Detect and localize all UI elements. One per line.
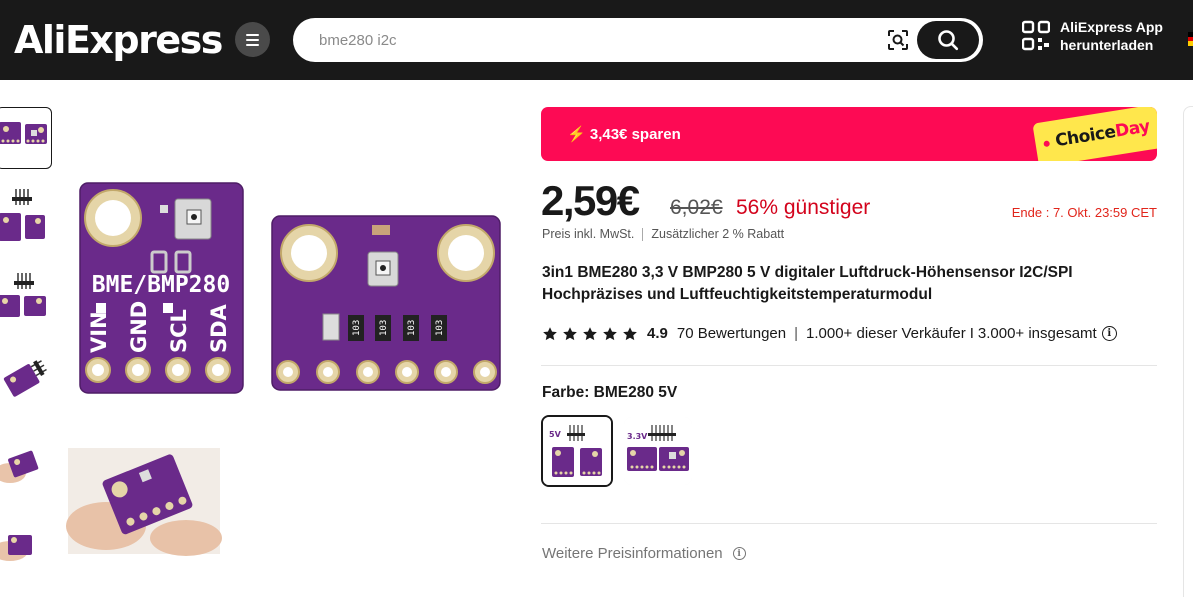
resistor-label-3: 103 (407, 320, 417, 336)
variant-label: Farbe: BME280 5V (542, 384, 678, 401)
star-rating[interactable] (542, 326, 638, 342)
search-icon (938, 30, 959, 51)
choice-day-badge: ChoiceDay (1032, 107, 1157, 161)
more-price-info[interactable]: Weitere Preisinformationen i (542, 545, 746, 562)
tax-note: Preis inkl. MwSt. (542, 227, 635, 241)
promo-save-text: ⚡ 3,43€ sparen (567, 125, 681, 143)
rating-row: 4.9 70 Bewertungen | 1.000+ dieser Verkä… (542, 325, 1117, 342)
original-price: 6,02€ (670, 196, 723, 219)
side-panel-edge (1183, 106, 1193, 597)
search-button[interactable] (917, 21, 979, 59)
rating-score: 4.9 (647, 325, 668, 342)
more-price-info-label: Weitere Preisinformationen (542, 545, 723, 562)
pin-label-scl: SCL (167, 309, 191, 353)
thumbnail-1[interactable] (0, 107, 52, 169)
star-icon (623, 326, 637, 340)
app-download-link[interactable]: AliExpress App herunterladen (1022, 18, 1163, 54)
app-line-2: herunterladen (1060, 37, 1154, 53)
main-product-image[interactable]: BME/BMP280 VIN GND SCL SDA 103 103 103 1… (66, 166, 506, 556)
discount-percent: 56% günstiger (736, 196, 871, 219)
variant-tag-3v3: 3.3V (627, 432, 648, 441)
sale-end-time: Ende : 7. Okt. 23:59 CET (1011, 205, 1157, 220)
menu-icon[interactable] (235, 22, 270, 57)
image-search-icon[interactable] (886, 28, 910, 52)
day-word: Day (1113, 116, 1152, 142)
promo-banner: ⚡ 3,43€ sparen ChoiceDay (541, 107, 1157, 161)
rating-divider: | (794, 325, 799, 342)
language-flag-icon[interactable] (1188, 32, 1193, 46)
thumbnail-4[interactable] (0, 343, 52, 405)
variant-tag-5v: 5V (549, 430, 562, 439)
price-notes: Preis inkl. MwSt. Zusätzlicher 2 % Rabat… (542, 227, 784, 241)
current-price: 2,59€ (541, 177, 640, 224)
thumbnail-5[interactable] (0, 433, 52, 495)
thumbnail-3[interactable] (0, 263, 52, 325)
board1-title: BME/BMP280 (92, 272, 230, 298)
bolt-icon: ⚡ (567, 126, 586, 143)
pin-label-sda: SDA (207, 303, 231, 353)
bmp280-board: 103 103 103 103 (271, 215, 501, 391)
star-icon (543, 326, 557, 340)
top-header: AliExpress AliExpress App herunterlade (0, 0, 1193, 80)
reviews-link[interactable]: 70 Bewertungen (677, 325, 786, 342)
qr-code-icon (1022, 20, 1050, 51)
info-icon[interactable]: i (1101, 326, 1117, 341)
sold-total: 3.000+ insgesamt (977, 325, 1097, 342)
variant-option-5v[interactable]: 5V (541, 415, 613, 487)
sold-separator: I (969, 325, 974, 342)
search-input[interactable] (319, 28, 859, 52)
hand-photo (66, 448, 222, 556)
thumbnail-6[interactable] (0, 505, 52, 567)
star-icon (583, 326, 597, 340)
app-line-1: AliExpress App (1060, 19, 1163, 35)
aliexpress-logo[interactable]: AliExpress (14, 16, 223, 64)
bme280-board: BME/BMP280 VIN GND SCL SDA (79, 182, 244, 394)
pin-label-vin: VIN (87, 311, 111, 353)
thumbnail-2[interactable] (0, 183, 52, 245)
pin-label-gnd: GND (127, 301, 151, 353)
extra-discount: Zusätzlicher 2 % Rabatt (651, 227, 785, 241)
info-icon[interactable]: i (732, 547, 746, 560)
app-download-text: AliExpress App herunterladen (1060, 18, 1163, 54)
divider (541, 365, 1157, 366)
sold-by-seller: 1.000+ dieser Verkäufer (806, 325, 966, 342)
star-icon (563, 326, 577, 340)
resistor-label-4: 103 (435, 320, 445, 336)
search-bar (293, 18, 983, 62)
star-icon (603, 326, 617, 340)
variant-option-3v3[interactable]: 3.3V (624, 417, 692, 485)
choice-word: Choice (1053, 121, 1117, 152)
promo-save-amount: 3,43€ sparen (589, 126, 681, 143)
product-title: 3in1 BME280 3,3 V BMP280 5 V digitaler L… (542, 264, 1073, 303)
resistor-label-2: 103 (379, 320, 389, 336)
resistor-label-1: 103 (352, 320, 362, 336)
logo-text: AliExpress (14, 18, 223, 62)
divider (541, 523, 1157, 524)
